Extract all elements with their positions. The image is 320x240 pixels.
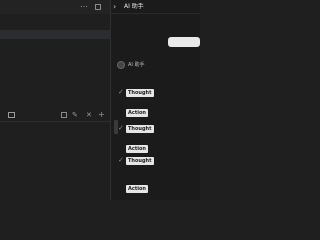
- step-text: [146, 109, 200, 117]
- step-text: [146, 185, 200, 193]
- more-icon[interactable]: ⋯: [80, 3, 88, 11]
- step-text: [146, 145, 200, 153]
- plus-icon[interactable]: +: [98, 111, 106, 119]
- check-icon: ✓: [118, 156, 124, 164]
- assistant-avatar: [117, 61, 125, 69]
- close-icon[interactable]: ✕: [86, 111, 94, 119]
- edit-icon[interactable]: ✎: [72, 111, 80, 119]
- chevron-right-icon[interactable]: ›: [113, 3, 121, 11]
- step-tag: Action: [126, 109, 148, 117]
- assistant-title: AI 助手: [124, 3, 144, 10]
- selected-line: [0, 30, 110, 39]
- image-icon[interactable]: [8, 111, 16, 119]
- step-tag: Action: [126, 145, 148, 153]
- image-label: [19, 111, 37, 119]
- check-icon: ✓: [118, 124, 124, 132]
- assistant-meta: [117, 73, 197, 81]
- assistant-name: AI 助手: [128, 62, 145, 68]
- step-text: [148, 89, 200, 97]
- copy-icon[interactable]: [60, 111, 68, 119]
- square-icon[interactable]: [94, 3, 102, 11]
- step-text: [126, 175, 200, 183]
- check-icon: ✓: [118, 88, 124, 96]
- step-text: [148, 125, 200, 133]
- step-text: [148, 157, 200, 165]
- toolbar-divider: [0, 121, 110, 122]
- step-text: [126, 135, 200, 143]
- user-message-text: [170, 38, 200, 46]
- step-text: [126, 99, 200, 107]
- step-text: [126, 166, 200, 174]
- step-tag: Action: [126, 185, 148, 193]
